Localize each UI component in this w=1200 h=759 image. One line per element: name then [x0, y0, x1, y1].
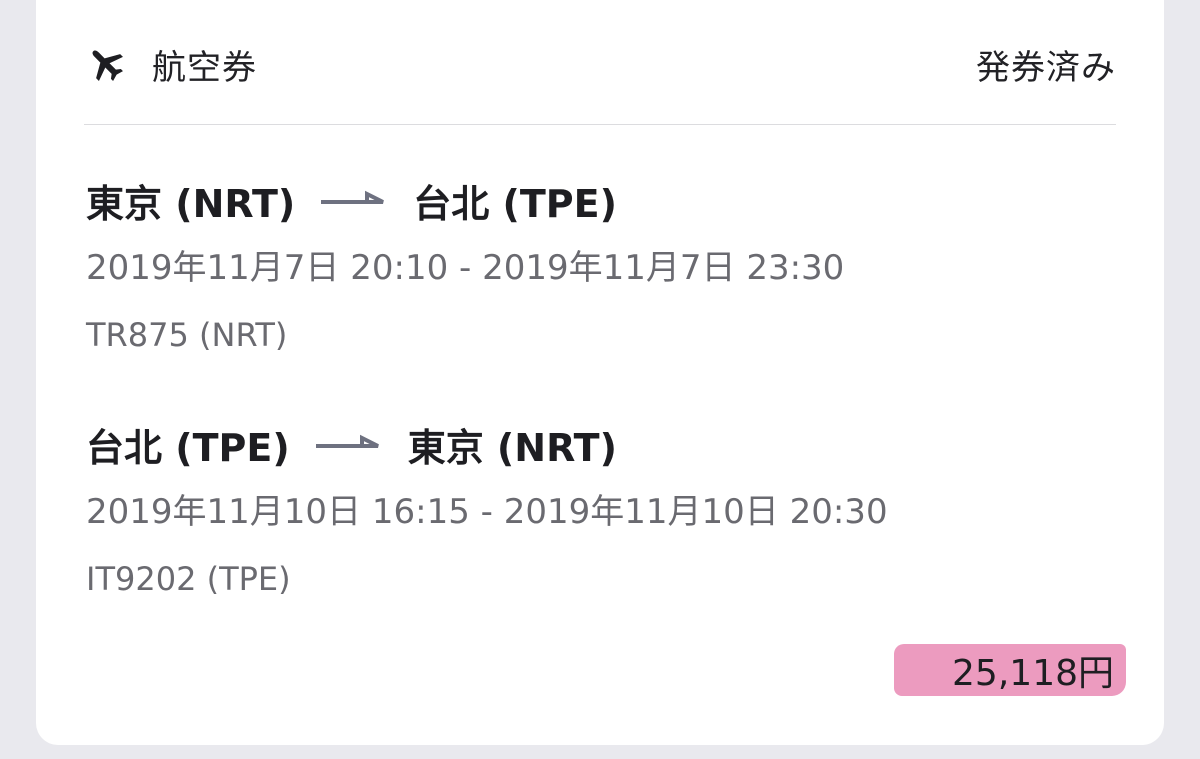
airplane-icon: [86, 44, 126, 84]
divider: [84, 124, 1116, 125]
card-title: 航空券: [152, 47, 257, 88]
flight-times: 2019年11月7日 20:10 - 2019年11月7日 23:30: [86, 248, 845, 288]
flight-segment-outbound[interactable]: 東京 (NRT) 台北 (TPE) 2019年11月7日 20:10 - 201…: [86, 170, 1116, 358]
arrow-right-icon: [321, 190, 387, 210]
arrow-right-icon: [315, 434, 382, 454]
route: 台北 (TPE) 東京 (NRT): [86, 414, 1116, 474]
ticket-card[interactable]: 航空券 発券済み 東京 (NRT) 台北 (TPE) 2019年11月7日 20…: [36, 0, 1164, 745]
route: 東京 (NRT) 台北 (TPE): [86, 170, 1116, 230]
destination-city: 東京 (NRT): [407, 425, 617, 470]
flight-number: TR875 (NRT): [86, 316, 288, 354]
flight-times: 2019年11月10日 16:15 - 2019年11月10日 20:30: [86, 492, 888, 532]
total-price: 25,118円: [952, 653, 1114, 694]
destination-city: 台北 (TPE): [413, 181, 617, 226]
origin-city: 東京 (NRT): [86, 181, 296, 226]
status-label: 発券済み: [976, 47, 1116, 88]
price-highlight: 25,118円: [894, 644, 1126, 696]
header-left: 航空券: [86, 40, 257, 89]
flight-number: IT9202 (TPE): [86, 560, 291, 598]
flight-segment-return[interactable]: 台北 (TPE) 東京 (NRT) 2019年11月10日 16:15 - 20…: [86, 414, 1116, 602]
origin-city: 台北 (TPE): [86, 425, 290, 470]
card-header: 航空券 発券済み: [86, 30, 1116, 98]
